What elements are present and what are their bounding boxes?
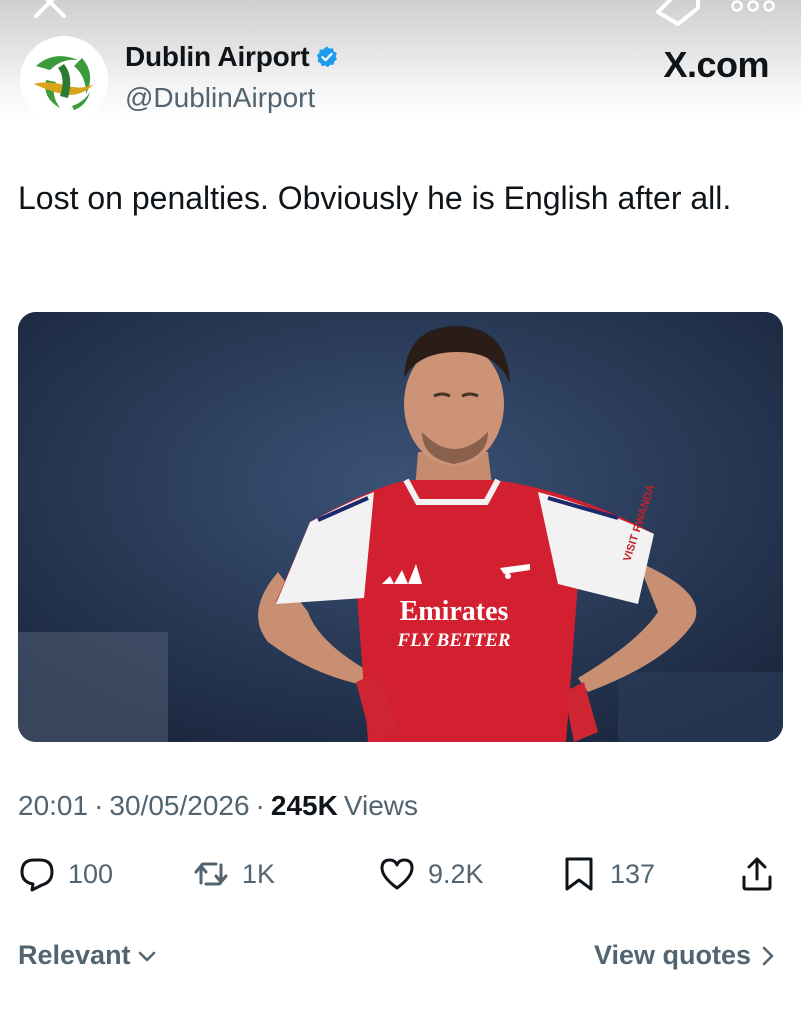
meta-separator: · [94,790,104,821]
reply-button[interactable]: 100 [18,854,113,894]
views-label: Views [343,790,418,821]
reply-icon [20,858,54,892]
view-quotes-link[interactable]: View quotes [594,940,775,971]
share-button[interactable] [738,854,776,894]
chevron-right-icon [762,946,774,965]
tweet-text: Lost on penalties. Obviously he is Engli… [18,180,732,216]
like-icon [380,858,414,890]
repost-count: 1K [242,858,276,889]
share-icon [742,857,772,891]
more-icon[interactable] [730,0,776,14]
verified-badge-icon [317,46,338,68]
repost-button[interactable]: 1K [192,854,275,894]
like-button[interactable]: 9.2K [378,854,484,894]
view-quotes-label: View quotes [593,940,751,970]
like-count: 9.2K [428,858,484,889]
bookmark-count: 137 [610,858,656,889]
sort-dropdown[interactable]: Relevant [18,940,157,971]
dublin-airport-logo [34,56,94,110]
footballer-photo: Emirates FLY BETTER VISIT RWANDA [18,312,783,742]
views-count: 245K [270,790,338,821]
tweet-meta: 20:01 · 30/05/2026 · 245K Views [18,790,418,822]
author-display-name[interactable]: Dublin Airport [125,41,310,73]
bookmark-icon [565,857,593,891]
tweet-time[interactable]: 20:01 [18,790,88,822]
reply-count: 100 [68,858,114,889]
sort-label: Relevant [18,940,131,970]
meta-separator: · [255,790,265,821]
site-label: X.com [663,44,769,85]
tweet-image[interactable]: Emirates FLY BETTER VISIT RWANDA [18,312,783,742]
bookmark-button[interactable]: 137 [560,854,655,894]
shirt-sponsor-subtext: FLY BETTER [396,630,510,651]
close-icon[interactable] [30,0,70,22]
author-handle[interactable]: @DublinAirport [125,82,315,114]
shirt-sponsor-text: Emirates [400,596,509,627]
avatar[interactable] [20,36,108,124]
action-bar: 100 1K 9.2K 137 [18,854,783,898]
tweet-date[interactable]: 30/05/2026 [109,790,249,822]
repost-icon [194,862,228,886]
author-name-row[interactable]: Dublin Airport [125,41,339,73]
chevron-down-icon [138,951,155,961]
tag-icon[interactable] [652,0,708,26]
